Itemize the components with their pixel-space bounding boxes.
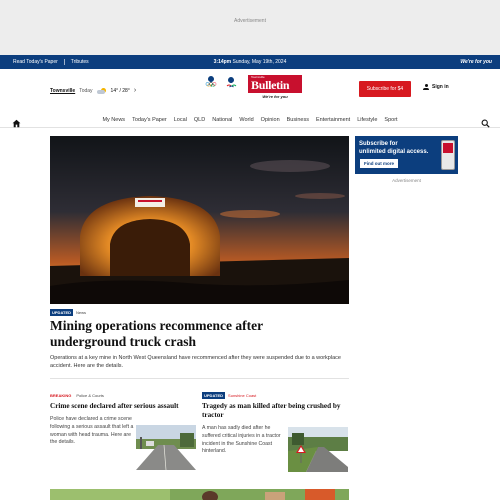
olympic-rings-icon <box>204 75 218 91</box>
breaking-badge: Breaking <box>50 393 72 398</box>
story-category[interactable]: Sunshine Coast <box>228 393 256 398</box>
weather-temperatures: 14° / 28° <box>110 87 130 94</box>
weather-day: Today <box>79 87 93 94</box>
ad-headline-line-2: unlimited digital access. <box>359 148 429 155</box>
partly-cloudy-icon <box>96 87 107 94</box>
advertisement-label: Advertisement <box>234 18 266 24</box>
nav-item-national[interactable]: National <box>212 117 232 123</box>
top-bar: Read Today's Paper Tributes 3:14pm Sunda… <box>0 55 500 69</box>
date-time: 3:14pm Sunday, May 19th, 2024 <box>0 59 500 65</box>
story-meta: Breaking Police & Courts <box>50 392 196 399</box>
paralympic-logo-icon <box>224 76 238 90</box>
find-out-more-button[interactable]: Find out more <box>360 159 398 168</box>
search-icon[interactable] <box>481 115 490 128</box>
ad-headline: Subscribe for unlimited digital access. <box>359 141 428 156</box>
logo-box: Townsville Bulletin <box>248 75 302 93</box>
story-summary: Police have declared a crime scene follo… <box>50 416 134 446</box>
section-divider <box>50 378 349 379</box>
brand-tagline: We're for you <box>460 59 492 65</box>
hero-category[interactable]: News <box>76 310 86 315</box>
phone-illustration <box>441 140 455 170</box>
updated-badge: Updated <box>202 392 226 399</box>
hero-headline[interactable]: Mining operations recommence after under… <box>50 318 310 350</box>
subscription-ad[interactable]: Subscribe for unlimited digital access. … <box>355 136 458 174</box>
nav-item-opinion[interactable]: Opinion <box>261 117 280 123</box>
logo-tagline: We're for you <box>262 94 288 99</box>
logo-name: Bulletin <box>251 78 290 92</box>
chevron-right-icon[interactable]: › <box>134 87 136 94</box>
masthead: Townsville Today 14° / 28° › Townsville … <box>0 69 500 109</box>
advertisement-label: Advertisement <box>392 178 421 183</box>
nav-item-lifestyle[interactable]: Lifestyle <box>357 117 377 123</box>
nav-items: My News Today's Paper Local QLD National… <box>0 117 500 123</box>
current-date: Sunday, May 19th, 2024 <box>232 59 287 65</box>
story-meta: Updated Sunshine Coast <box>202 392 348 399</box>
ad-headline-line-1: Subscribe for <box>359 141 398 147</box>
main-navigation: My News Today's Paper Local QLD National… <box>0 112 500 128</box>
nav-item-world[interactable]: World <box>239 117 253 123</box>
nav-item-todays-paper[interactable]: Today's Paper <box>132 117 167 123</box>
subscribe-button[interactable]: Subscribe for $4 <box>359 81 411 97</box>
nav-item-sport[interactable]: Sport <box>384 117 397 123</box>
nav-item-qld[interactable]: QLD <box>194 117 205 123</box>
nav-item-entertainment[interactable]: Entertainment <box>316 117 350 123</box>
hero-meta: Updated News <box>50 309 86 316</box>
top-advertisement: Advertisement <box>0 0 500 55</box>
hero-description: Operations at a key mine in North West Q… <box>50 355 341 369</box>
story-headline[interactable]: Tragedy as man killed after being crushe… <box>202 402 348 420</box>
story-category[interactable]: Police & Courts <box>76 393 104 398</box>
story-thumbnail[interactable] <box>136 425 196 470</box>
sign-in-button[interactable]: Sign in <box>423 84 449 90</box>
updated-badge: Updated <box>50 309 74 316</box>
nav-item-local[interactable]: Local <box>174 117 187 123</box>
weather-location[interactable]: Townsville <box>50 88 75 94</box>
sign-in-label: Sign in <box>432 84 449 90</box>
user-icon <box>423 84 429 90</box>
nav-item-my-news[interactable]: My News <box>102 117 125 123</box>
nav-item-business[interactable]: Business <box>287 117 309 123</box>
story-thumbnail[interactable] <box>288 427 348 472</box>
story-image[interactable] <box>50 488 349 500</box>
current-time: 3:14pm <box>213 59 232 65</box>
weather-widget[interactable]: Townsville Today 14° / 28° › <box>50 87 136 94</box>
site-logo[interactable]: Townsville Bulletin We're for you <box>248 75 302 101</box>
hero-image[interactable] <box>50 136 349 304</box>
story-summary: A man has sadly died after he suffered c… <box>202 425 281 455</box>
story-headline[interactable]: Crime scene declared after serious assau… <box>50 402 196 411</box>
